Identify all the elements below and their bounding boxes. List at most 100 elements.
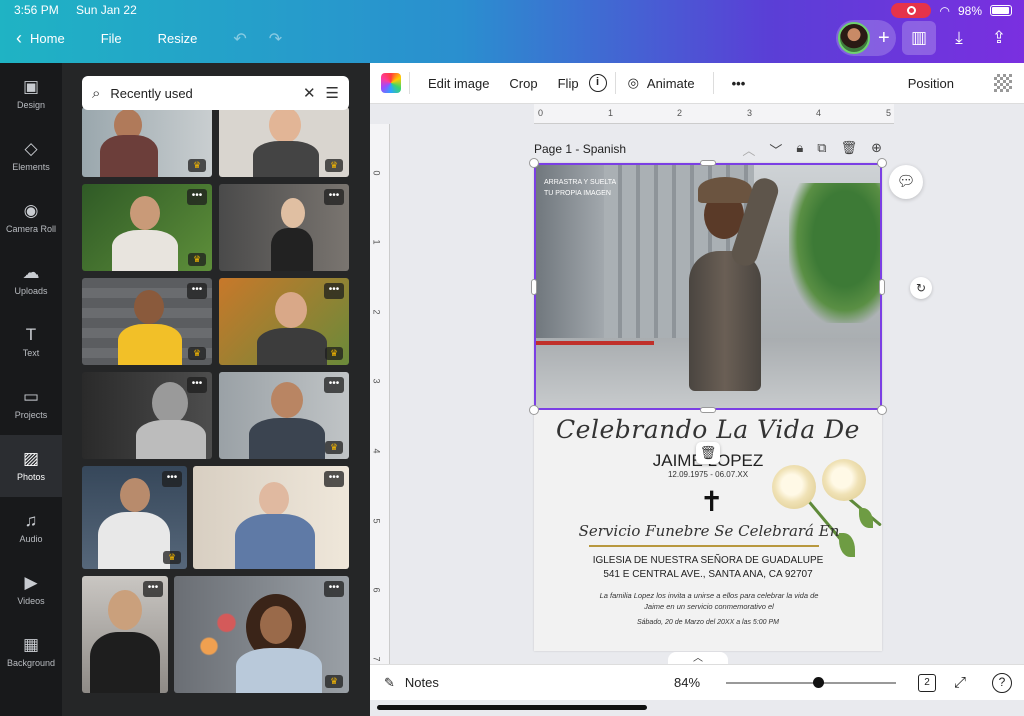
ruler-tick: 3: [371, 378, 382, 384]
fullscreen-icon[interactable]: ⤢: [954, 674, 966, 691]
add-page-icon[interactable]: ⊕: [871, 140, 882, 159]
invitation-text[interactable]: La familia Lopez los invita a unirse a e…: [594, 590, 824, 612]
more-options-icon[interactable]: •••: [324, 471, 344, 487]
photo-thumbnail[interactable]: ♛: [219, 107, 349, 177]
rail-item-background[interactable]: ▦ Background: [0, 621, 62, 683]
duplicate-icon[interactable]: ⧉: [817, 140, 826, 159]
clear-search-icon[interactable]: ✕: [303, 84, 316, 102]
add-collaborator-icon[interactable]: +: [878, 27, 890, 50]
flip-button[interactable]: Flip: [548, 76, 589, 91]
rail-item-uploads[interactable]: ☁ Uploads: [0, 249, 62, 311]
help-button[interactable]: ?: [992, 672, 1012, 693]
photo-thumbnail[interactable]: ••• ♛: [82, 466, 187, 569]
rail-label: Photos: [16, 472, 46, 482]
resize-handle[interactable]: [529, 405, 539, 415]
church-address[interactable]: 541 E CENTRAL AVE., SANTA ANA, CA 92707: [534, 569, 882, 580]
resize-handle[interactable]: [531, 279, 537, 295]
info-icon[interactable]: i: [588, 74, 607, 92]
home-button[interactable]: ‹ Home: [16, 28, 65, 49]
page-count-button[interactable]: 2: [918, 673, 936, 692]
animate-button[interactable]: Animate: [639, 76, 705, 91]
zoom-level[interactable]: 84%: [674, 675, 700, 690]
premium-crown-icon: ♛: [188, 347, 206, 360]
more-options-icon[interactable]: •••: [187, 283, 207, 299]
crop-button[interactable]: Crop: [499, 76, 547, 91]
trash-icon[interactable]: 🗑︎: [841, 140, 858, 159]
more-options-icon[interactable]: •••: [324, 189, 344, 205]
resize-button[interactable]: Resize: [158, 31, 198, 46]
edit-image-button[interactable]: Edit image: [418, 76, 499, 91]
resize-handle[interactable]: [529, 158, 539, 168]
photo-thumbnail[interactable]: •••: [82, 372, 212, 459]
download-icon[interactable]: ⤓: [942, 21, 976, 55]
position-button[interactable]: Position: [898, 76, 964, 91]
notes-button[interactable]: ✎ Notes: [384, 675, 439, 691]
camera-icon: ◉: [23, 201, 39, 220]
screen-record-icon[interactable]: [891, 3, 932, 18]
photo-thumbnail[interactable]: ••• ♛: [219, 278, 349, 365]
rail-item-camera-roll[interactable]: ◉ Camera Roll: [0, 187, 62, 249]
design-title[interactable]: Celebrando La Vida De: [534, 415, 882, 444]
chevron-down-icon[interactable]: ﹀: [769, 140, 782, 159]
filter-sliders-icon[interactable]: ☰: [326, 84, 339, 102]
more-options-icon[interactable]: •••: [187, 189, 207, 205]
rail-item-design[interactable]: ▣ Design: [0, 63, 62, 125]
music-icon: ♫: [24, 511, 38, 530]
delete-element-icon[interactable]: 🗑︎: [696, 442, 720, 464]
zoom-slider-knob[interactable]: [813, 677, 824, 688]
photo-thumbnail[interactable]: ••• ♛: [219, 372, 349, 459]
more-options-icon[interactable]: •••: [324, 283, 344, 299]
more-toolbar-button[interactable]: •••: [722, 76, 756, 91]
search-bar[interactable]: ⌕ ✕ ☰: [82, 76, 349, 110]
color-swatch[interactable]: [381, 73, 401, 93]
rail-item-text[interactable]: T Text: [0, 311, 62, 373]
more-options-icon[interactable]: •••: [324, 377, 344, 393]
photo-thumbnail[interactable]: ••• ♛: [82, 184, 212, 271]
page-title: Page 1 - Spanish: [534, 142, 627, 156]
transparency-icon[interactable]: [994, 74, 1012, 92]
resize-handle[interactable]: [877, 405, 887, 415]
photo-thumbnail[interactable]: •••: [219, 184, 349, 271]
rail-item-photos[interactable]: ▨ Photos: [0, 435, 62, 497]
photo-thumbnail[interactable]: ♛: [82, 107, 212, 177]
status-bar-left: 3:56 PM Sun Jan 22: [14, 3, 151, 17]
redo-icon[interactable]: ↷: [269, 29, 282, 49]
premium-crown-icon: ♛: [325, 675, 343, 688]
layout-icon: ▣: [22, 77, 40, 96]
service-heading[interactable]: Servicio Funebre Se Celebrará En: [574, 522, 844, 540]
undo-icon[interactable]: ↶: [233, 29, 246, 49]
zoom-slider[interactable]: [726, 677, 896, 688]
more-options-icon[interactable]: •••: [162, 471, 182, 487]
status-bar-right: ◠ 98%: [891, 3, 1012, 18]
more-options-icon[interactable]: •••: [324, 581, 344, 597]
share-collaborators[interactable]: +: [836, 20, 896, 56]
resize-handle[interactable]: [877, 158, 887, 168]
resize-handle[interactable]: [879, 279, 885, 295]
insights-chart-icon[interactable]: ▥: [902, 21, 936, 55]
share-icon[interactable]: ⇪: [982, 21, 1016, 55]
rotate-icon[interactable]: ↻: [910, 277, 932, 299]
photo-thumbnail[interactable]: ••• ♛: [174, 576, 349, 693]
more-options-icon[interactable]: •••: [187, 377, 207, 393]
photo-thumbnail[interactable]: •••: [82, 576, 168, 693]
more-options-icon[interactable]: •••: [143, 581, 163, 597]
rail-item-videos[interactable]: ▶ Videos: [0, 559, 62, 621]
rail-item-projects[interactable]: ▭ Projects: [0, 373, 62, 435]
premium-crown-icon: ♛: [325, 347, 343, 360]
rail-item-audio[interactable]: ♫ Audio: [0, 497, 62, 559]
chevron-up-icon[interactable]: ︿: [742, 140, 755, 159]
resize-handle[interactable]: [700, 407, 716, 413]
search-input[interactable]: [110, 85, 293, 101]
photo-thumbnail[interactable]: ••• ♛: [82, 278, 212, 365]
resize-handle[interactable]: [700, 160, 716, 166]
avatar[interactable]: [838, 22, 870, 54]
add-comment-icon[interactable]: 💬︎: [889, 165, 923, 199]
selection-frame[interactable]: [534, 163, 882, 410]
service-datetime[interactable]: Sábado, 20 de Marzo del 20XX a las 5:00 …: [534, 619, 882, 626]
file-menu-button[interactable]: File: [101, 31, 122, 46]
cross-icon[interactable]: ✝: [700, 485, 723, 518]
church-name[interactable]: IGLESIA DE NUESTRA SEÑORA DE GUADALUPE: [534, 555, 882, 566]
photo-thumbnail[interactable]: •••: [193, 466, 349, 569]
lock-icon[interactable]: 🔒︎: [796, 140, 803, 159]
rail-item-elements[interactable]: ◇ Elements: [0, 125, 62, 187]
